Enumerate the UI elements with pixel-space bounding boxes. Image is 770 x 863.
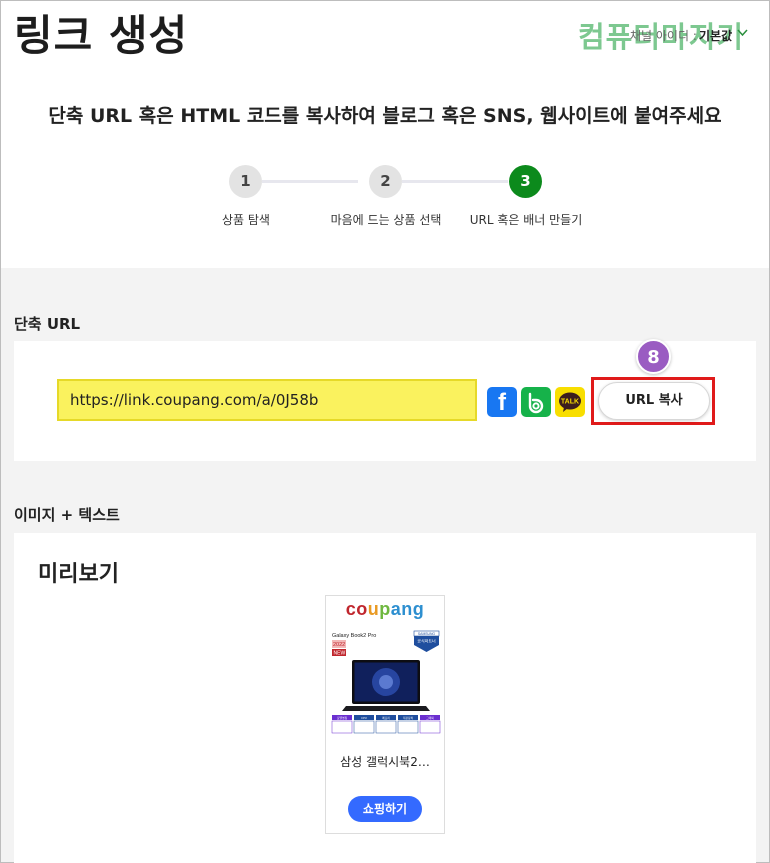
coupang-logo: coupang <box>345 599 425 619</box>
channel-id-select[interactable]: 기본값 <box>699 27 732 44</box>
step-3-label: URL 혹은 배너 만들기 <box>469 213 583 227</box>
url-copy-button[interactable]: URL 복사 <box>598 382 710 420</box>
product-name[interactable]: 삼성 갤럭시북2… <box>326 753 444 770</box>
shop-button[interactable]: 쇼핑하기 <box>348 796 422 822</box>
svg-text:메모리: 메모리 <box>382 716 390 720</box>
product-banner-image: Galaxy Book2 Pro 2022 NEW SAMSUNG 공식파트너 … <box>330 626 442 743</box>
short-url-field[interactable]: https://link.coupang.com/a/0J58b <box>57 379 477 421</box>
svg-text:모델명칭: 모델명칭 <box>337 716 348 720</box>
step-number-badge: 8 <box>636 339 671 374</box>
product-preview[interactable]: coupang Galaxy Book2 Pro 2022 NEW SAMSUN… <box>325 595 445 834</box>
step-2-circle: 2 <box>369 165 402 198</box>
step-connector <box>262 180 358 183</box>
band-icon[interactable] <box>521 387 551 417</box>
facebook-icon[interactable]: f <box>487 387 517 417</box>
preview-title: 미리보기 <box>38 562 119 587</box>
step-3-circle: 3 <box>509 165 542 198</box>
svg-text:그래픽: 그래픽 <box>426 716 434 720</box>
banner-model-name: Galaxy Book2 Pro <box>332 633 376 639</box>
banner-year: 2022 <box>333 642 345 648</box>
banner-spec-row: 모델명칭 CPU 메모리 저장장치 그래픽 <box>331 715 441 734</box>
page-title: 링크 생성 <box>14 11 189 60</box>
banner-brand: SAMSUNG <box>418 632 436 636</box>
kakaotalk-icon[interactable]: TALK <box>555 387 585 417</box>
channel-id-label: 채널 아이디 : <box>630 29 697 43</box>
instruction-heading: 단축 URL 혹은 HTML 코드를 복사하여 블로그 혹은 SNS, 웹사이트… <box>48 105 722 127</box>
short-url-section-label: 단축 URL <box>14 315 81 333</box>
banner-new: NEW <box>334 651 346 657</box>
svg-text:저장장치: 저장장치 <box>403 716 414 720</box>
svg-text:CPU: CPU <box>361 716 367 720</box>
step-1-circle: 1 <box>229 165 262 198</box>
banner-partner-badge: 공식파트너 <box>417 638 436 644</box>
chevron-down-icon[interactable] <box>737 27 748 41</box>
kakao-talk-text: TALK <box>561 399 579 406</box>
image-text-section-label: 이미지 + 텍스트 <box>14 506 120 524</box>
step-connector <box>402 180 508 183</box>
